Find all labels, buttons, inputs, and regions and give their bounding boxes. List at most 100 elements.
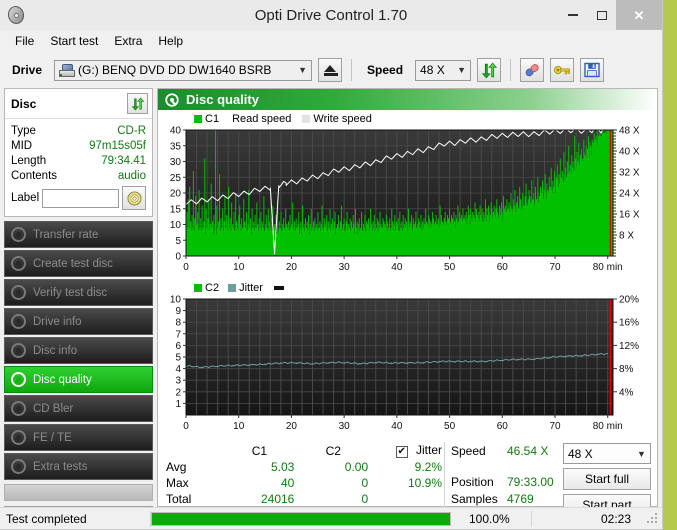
sidebar-item-create-test-disc[interactable]: Create test disc	[4, 250, 153, 277]
legend-swatch-jitter	[228, 284, 236, 292]
readout-samples: Samples 4769	[451, 490, 563, 507]
svg-text:30: 30	[170, 157, 182, 168]
sidebar-item-disc-quality[interactable]: Disc quality	[4, 366, 153, 393]
disc-refresh-button[interactable]	[127, 93, 148, 114]
jitter-header-cell: ✔ Jitter	[370, 442, 444, 459]
disc-type-label: Type	[11, 125, 36, 137]
chevron-down-icon: ▼	[294, 61, 311, 80]
main-body: Disc Type CD-R MID 97m1	[0, 88, 662, 507]
sidebar-item-label: Drive info	[33, 316, 82, 328]
close-icon: ✕	[634, 9, 645, 22]
svg-text:35: 35	[170, 141, 182, 152]
progress-bar	[151, 512, 451, 526]
disc-contents-value: audio	[118, 170, 146, 182]
resize-grip[interactable]	[647, 513, 659, 525]
save-button[interactable]	[580, 58, 604, 82]
sidebar-item-verify-test-disc[interactable]: Verify test disc	[4, 279, 153, 306]
row-label-max: Max	[164, 475, 223, 491]
svg-text:10: 10	[233, 262, 245, 273]
total-jitter	[370, 491, 444, 507]
disc-quality-title: Disc quality	[186, 92, 259, 107]
drive-label: Drive	[6, 63, 48, 77]
statistics-area: C1 C2 ✔ Jitter Avg 5.03 0.00 9.2%	[158, 438, 657, 516]
disc-row-type: Type CD-R	[11, 123, 146, 138]
drive-select-value: (G:) BENQ DVD DD DW1640 BSRB	[78, 63, 271, 77]
close-button[interactable]: ✕	[616, 0, 662, 30]
disc-icon	[11, 314, 26, 329]
legend-write-speed: Write speed	[302, 113, 372, 125]
test-controls: 48 X ▼ Start full Start part	[563, 442, 655, 516]
samples-readout-value: 4769	[507, 492, 534, 506]
sidebar-item-fe-te[interactable]: FE / TE	[4, 424, 153, 451]
pill-button[interactable]	[520, 58, 544, 82]
refresh-icon	[481, 62, 498, 79]
svg-text:8 X: 8 X	[619, 231, 634, 242]
title-bar: Opti Drive Control 1.70 ✕	[0, 0, 662, 30]
refresh-button[interactable]	[477, 58, 501, 82]
sidebar-item-transfer-rate[interactable]: Transfer rate	[4, 221, 153, 248]
svg-text:0: 0	[183, 262, 189, 273]
test-speed-select[interactable]: 48 X ▼	[563, 443, 651, 464]
avg-c1: 5.03	[223, 459, 297, 475]
svg-text:40: 40	[170, 126, 182, 137]
sidebar-item-disc-info[interactable]: Disc info	[4, 337, 153, 364]
readout-position: Position 79:33.00	[451, 473, 563, 490]
key-button[interactable]	[550, 58, 574, 82]
start-full-button[interactable]: Start full	[563, 468, 651, 490]
svg-text:40: 40	[391, 421, 403, 432]
sidebar-item-drive-info[interactable]: Drive info	[4, 308, 153, 335]
status-text: Test completed	[0, 512, 150, 526]
svg-text:50: 50	[444, 262, 456, 273]
col-header-c2: C2	[296, 442, 370, 459]
maximize-button[interactable]	[587, 0, 616, 30]
disc-quality-icon	[165, 93, 179, 107]
jitter-checkbox[interactable]: ✔	[396, 446, 408, 458]
menu-item-file[interactable]: File	[8, 32, 41, 50]
eject-button[interactable]	[318, 58, 342, 82]
app-icon	[5, 4, 27, 26]
key-icon	[553, 62, 571, 78]
sidebar-item-label: CD Bler	[33, 403, 73, 415]
refresh-icon	[131, 97, 145, 111]
speed-select-value: 48 X	[420, 63, 445, 77]
minimize-icon	[568, 14, 578, 16]
svg-text:20%: 20%	[619, 295, 639, 306]
c1-chart[interactable]: 05101520253035408 X16 X24 X32 X40 X48 X0…	[158, 126, 653, 276]
disc-icon	[11, 285, 26, 300]
svg-text:8%: 8%	[619, 364, 634, 375]
speed-select[interactable]: 48 X ▼	[415, 60, 471, 81]
sidebar-item-label: Verify test disc	[33, 287, 107, 299]
drive-select[interactable]: (G:) BENQ DVD DD DW1640 BSRB ▼	[54, 60, 312, 81]
menu-item-help[interactable]: Help	[151, 32, 190, 50]
disc-label-button[interactable]	[122, 186, 146, 210]
svg-text:70: 70	[549, 421, 561, 432]
minimize-button[interactable]	[558, 0, 587, 30]
sidebar-item-cd-bler[interactable]: CD Bler	[4, 395, 153, 422]
svg-text:10: 10	[233, 421, 245, 432]
disc-icon	[11, 227, 26, 242]
disc-label-input[interactable]	[42, 189, 119, 208]
svg-text:10: 10	[170, 220, 182, 231]
toolbar-separator	[351, 59, 352, 81]
c2-chart-wrapper: C2 Jitter 123456789104%8%12%16%20%010203…	[158, 281, 657, 438]
row-label-total: Total	[164, 491, 223, 507]
menu-bar: File Start test Extra Help	[0, 30, 662, 52]
progress-percent: 100.0%	[461, 512, 531, 526]
legend-c1: C1	[194, 113, 219, 125]
sidebar-item-extra-tests[interactable]: Extra tests	[4, 453, 153, 480]
save-icon	[583, 62, 601, 78]
sidebar-item-label: FE / TE	[33, 432, 72, 444]
window-controls: ✕	[558, 0, 662, 30]
toolbar: Drive (G:) BENQ DVD DD DW1640 BSRB ▼ Spe…	[0, 52, 662, 88]
menu-item-start-test[interactable]: Start test	[43, 32, 105, 50]
c2-jitter-chart[interactable]: 123456789104%8%12%16%20%0102030405060708…	[158, 295, 653, 435]
svg-text:80 min: 80 min	[593, 421, 623, 432]
legend-read-speed: Read speed	[232, 113, 291, 125]
disc-row-length: Length 79:34.41	[11, 153, 146, 168]
svg-text:20: 20	[286, 262, 298, 273]
samples-readout-label: Samples	[451, 492, 507, 506]
svg-text:4%: 4%	[619, 387, 634, 398]
readout-gap	[451, 459, 563, 473]
menu-item-extra[interactable]: Extra	[107, 32, 149, 50]
svg-text:0: 0	[175, 252, 181, 263]
